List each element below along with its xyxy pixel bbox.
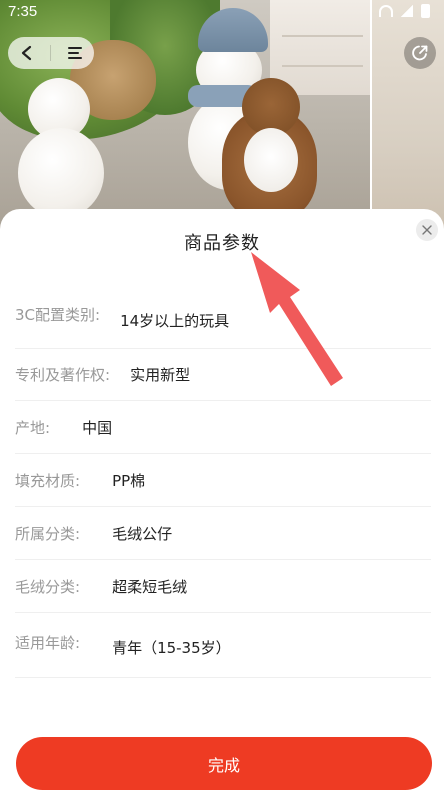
wifi-icon	[379, 5, 393, 17]
photo-snowman-body	[18, 128, 104, 218]
param-key: 毛绒分类:	[15, 577, 81, 596]
back-button[interactable]	[12, 38, 42, 68]
share-button[interactable]	[404, 37, 436, 69]
status-time: 7:35	[8, 3, 38, 20]
param-row-patent: 专利及著作权: 实用新型	[15, 349, 431, 401]
share-icon	[412, 45, 428, 61]
nav-divider	[50, 45, 52, 61]
done-button[interactable]: 完成	[16, 737, 432, 790]
menu-icon	[67, 47, 82, 59]
photo-reindeer-belly	[244, 128, 298, 192]
battery-icon	[421, 4, 430, 18]
param-value: 毛绒公仔	[112, 524, 173, 543]
param-key: 产地:	[15, 418, 51, 437]
param-key: 专利及著作权:	[15, 366, 111, 384]
status-icons	[379, 4, 430, 18]
param-value: 实用新型	[130, 366, 191, 384]
param-key: 填充材质:	[15, 471, 81, 490]
param-value: 中国	[82, 418, 113, 437]
param-row-plush-type: 毛绒分类: 超柔短毛绒	[15, 560, 431, 613]
param-row-filling: 填充材质: PP棉	[15, 454, 431, 507]
sheet-title: 商品参数	[184, 233, 260, 254]
param-key: 所属分类:	[15, 524, 81, 543]
param-key: 3C配置类别:	[15, 305, 101, 324]
param-value: 14岁以上的玩具	[120, 311, 230, 330]
param-row-age: 适用年龄: 青年（15-35岁）	[15, 613, 431, 678]
photo-next-preview	[370, 0, 444, 240]
params-list: 3C配置类别: 14岁以上的玩具 专利及著作权: 实用新型 产地: 中国 填充材…	[15, 284, 431, 678]
param-row-category: 所属分类: 毛绒公仔	[15, 507, 431, 560]
param-value: PP棉	[112, 471, 146, 490]
close-button[interactable]	[416, 219, 438, 241]
param-value: 青年（15-35岁）	[112, 638, 231, 657]
param-row-origin: 产地: 中国	[15, 401, 431, 454]
param-value: 超柔短毛绒	[112, 577, 188, 596]
nav-pill	[8, 37, 94, 69]
back-arrow-icon	[22, 45, 32, 61]
signal-icon	[401, 5, 413, 17]
product-photo	[0, 0, 444, 240]
param-row-3c-category: 3C配置类别: 14岁以上的玩具	[15, 284, 431, 349]
close-icon	[422, 225, 432, 235]
param-key: 适用年龄:	[15, 633, 81, 652]
photo-shelf	[270, 0, 375, 95]
product-params-sheet: 商品参数 3C配置类别: 14岁以上的玩具 专利及著作权: 实用新型 产地: 中…	[0, 209, 444, 798]
menu-button[interactable]	[60, 38, 90, 68]
